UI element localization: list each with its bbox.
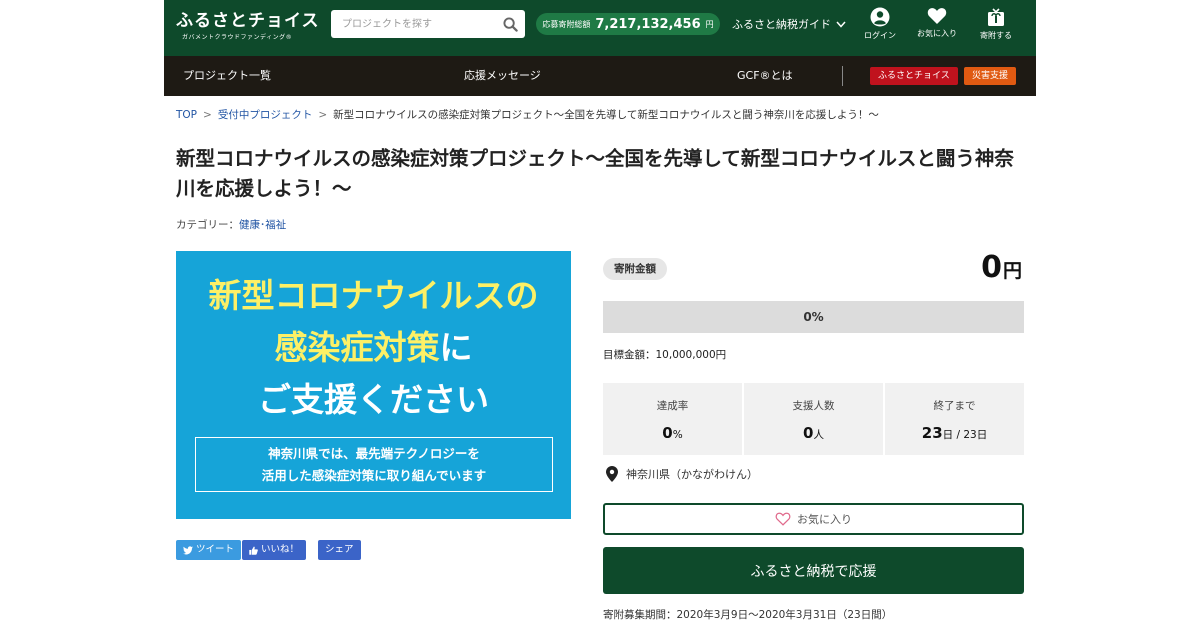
- hero-line-3: ご支援ください: [258, 380, 489, 419]
- remaining-value-group: 23日 / 23日: [885, 423, 1024, 442]
- breadcrumb: TOP > 受付中プロジェクト > 新型コロナウイルスの感染症対策プロジェクト〜全国を先…: [176, 107, 879, 122]
- donate-button[interactable]: ふるさと納税で応援: [603, 547, 1024, 594]
- total-donations-label: 応募寄附総額: [542, 19, 591, 29]
- breadcrumb-accepting-projects[interactable]: 受付中プロジェクト: [218, 109, 313, 121]
- breadcrumb-separator: >: [318, 109, 328, 121]
- map-pin-icon: [606, 466, 618, 482]
- progress-bar: 0%: [603, 301, 1024, 333]
- heart-icon: [927, 8, 947, 24]
- favorites-button[interactable]: お気に入り: [908, 7, 966, 39]
- stat-remaining: 終了まで 23日 / 23日: [885, 383, 1024, 455]
- add-to-favorites-label: お気に入り: [797, 513, 852, 526]
- breadcrumb-top[interactable]: TOP: [176, 109, 197, 121]
- nav-furusato-choice[interactable]: ふるさとチョイス: [870, 67, 958, 85]
- site-header: ふるさとチョイス ガバメントクラウドファンディング® 応募寄附総額 7,217,…: [164, 0, 1036, 56]
- project-hero-image: 新型コロナウイルスの 感染症対策に ご支援ください 神奈川県では、最先端テクノロ…: [176, 251, 571, 519]
- achievement-label: 達成率: [656, 400, 689, 412]
- heart-outline-icon: [775, 512, 791, 526]
- total-donations-unit: 円: [705, 19, 714, 29]
- page-title: 新型コロナウイルスの感染症対策プロジェクト〜全国を先導して新型コロナウイルスと闘…: [176, 147, 1014, 200]
- progress-text: 0%: [803, 310, 824, 324]
- logo-sub-text: ガバメントクラウドファンディング®: [182, 34, 293, 41]
- main-nav: プロジェクト一覧 応援メッセージ GCF®とは ふるさとチョイス 災害支援: [164, 56, 1036, 96]
- user-icon: [870, 7, 890, 27]
- remaining-label: 終了まで: [933, 400, 976, 412]
- supporters-label: 支援人数: [792, 400, 835, 412]
- goal-amount: 目標金額：10,000,000円: [603, 349, 727, 361]
- location-line: 神奈川県（かながわけん）: [606, 466, 758, 482]
- like-button[interactable]: いいね！: [242, 540, 307, 560]
- hero-caption-box: 神奈川県では、最先端テクノロジーを 活用した感染症対策に取り組んでいます: [195, 437, 553, 492]
- hero-caption-line-1: 神奈川県では、最先端テクノロジーを: [268, 446, 480, 461]
- guide-label: ふるさと納税ガイド: [732, 18, 831, 31]
- add-to-favorites-button[interactable]: お気に入り: [603, 503, 1024, 535]
- donation-amount: 0円: [981, 250, 1022, 285]
- share-button[interactable]: シェア: [318, 540, 361, 560]
- hero-line-2: 感染症対策に: [176, 327, 571, 369]
- search-icon: [502, 16, 518, 32]
- stat-supporters: 支援人数 0人: [744, 383, 883, 455]
- location-text: 神奈川県（かながわけん）: [626, 468, 758, 481]
- donation-amount-value: 0: [981, 250, 1002, 285]
- logo-main-text: ふるさとチョイス: [176, 11, 320, 31]
- hero-line-1: 新型コロナウイルスの: [208, 276, 539, 315]
- nav-disaster-support[interactable]: 災害支援: [964, 67, 1017, 85]
- stat-achievement: 達成率 0%: [603, 383, 742, 455]
- hero-line-2-main: 感染症対策: [274, 328, 440, 367]
- gift-icon: [988, 8, 1004, 26]
- donation-period: 寄附募集期間：2020年3月9日〜2020年3月31日（23日間）: [603, 609, 893, 621]
- like-label: いいね！: [261, 544, 300, 555]
- tweet-label: ツイート: [196, 544, 235, 555]
- stats-panel: 達成率 0% 支援人数 0人 終了まで 23日 / 23日: [603, 383, 1024, 455]
- donate-header-label: 寄附する: [980, 31, 1012, 40]
- achievement-unit: %: [672, 429, 683, 441]
- category-link[interactable]: 健康･福祉: [239, 219, 286, 231]
- category-line: カテゴリー：健康･福祉: [176, 217, 286, 232]
- furusato-guide-menu[interactable]: ふるさと納税ガイド: [732, 16, 846, 32]
- donation-amount-label: 寄附金額: [603, 258, 667, 280]
- hero-caption-line-2: 活用した感染症対策に取り組んでいます: [261, 468, 487, 483]
- share-label: シェア: [325, 544, 354, 555]
- supporters-value-group: 0人: [744, 423, 883, 442]
- favorites-label: お気に入り: [917, 29, 957, 38]
- supporters-value: 0: [803, 424, 814, 442]
- achievement-value-group: 0%: [603, 423, 742, 442]
- total-donations-value: 7,217,132,456: [595, 16, 701, 32]
- achievement-value: 0: [662, 424, 673, 442]
- category-label: カテゴリー：: [176, 219, 239, 231]
- supporters-unit: 人: [813, 429, 824, 441]
- remaining-value: 23: [921, 424, 943, 442]
- search-button[interactable]: [495, 10, 525, 38]
- thumbs-up-icon: [249, 546, 258, 555]
- twitter-icon: [183, 545, 193, 554]
- site-logo[interactable]: ふるさとチョイス ガバメントクラウドファンディング®: [176, 6, 320, 41]
- search-box: [331, 10, 525, 38]
- breadcrumb-current: 新型コロナウイルスの感染症対策プロジェクト〜全国を先導して新型コロナウイルスと闘…: [333, 109, 879, 121]
- tweet-button[interactable]: ツイート: [176, 540, 242, 560]
- nav-project-list[interactable]: プロジェクト一覧: [183, 56, 271, 96]
- breadcrumb-separator: >: [203, 109, 212, 121]
- donate-header-button[interactable]: 寄附する: [967, 7, 1025, 41]
- search-input[interactable]: [331, 10, 495, 38]
- nav-support-messages[interactable]: 応援メッセージ: [464, 56, 541, 96]
- total-donations-badge: 応募寄附総額 7,217,132,456 円: [536, 13, 720, 35]
- login-label: ログイン: [864, 31, 896, 40]
- hero-line-2-tail: に: [439, 328, 473, 367]
- donation-amount-unit: 円: [1002, 260, 1022, 282]
- login-button[interactable]: ログイン: [851, 7, 909, 41]
- chevron-down-icon: [836, 21, 846, 28]
- remaining-unit: 日 / 23日: [942, 429, 988, 441]
- nav-gcf-about[interactable]: GCF®とは: [737, 56, 793, 96]
- nav-divider: [842, 66, 843, 86]
